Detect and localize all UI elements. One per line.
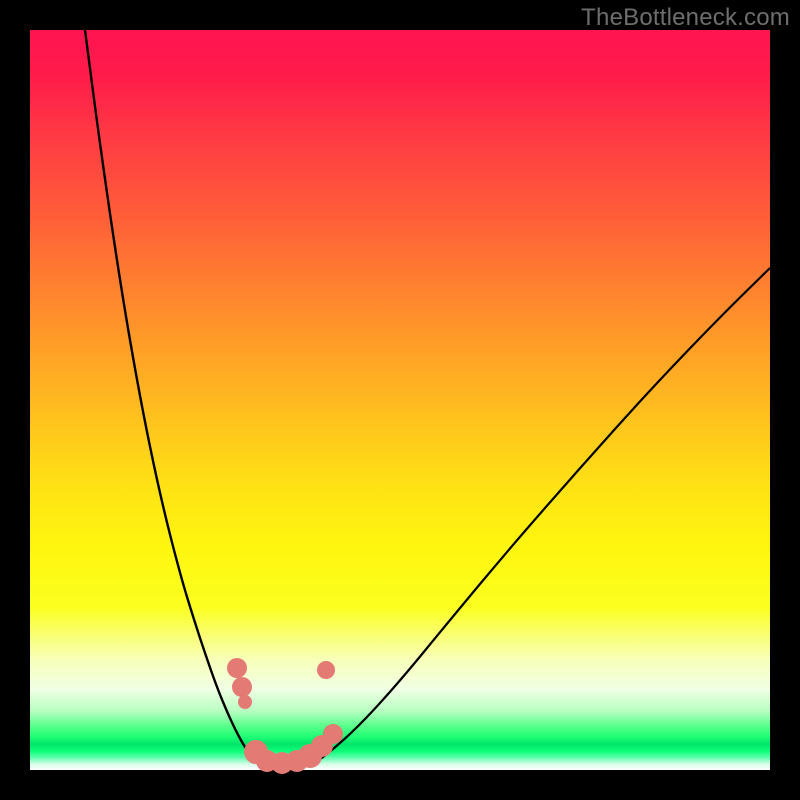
data-marker — [227, 658, 247, 678]
curve-group — [85, 30, 770, 769]
data-marker — [238, 695, 252, 709]
curve-svg — [30, 30, 770, 770]
bottleneck-curve-left — [85, 30, 259, 765]
data-marker — [317, 661, 335, 679]
bottleneck-curve-right — [312, 268, 770, 765]
chart-frame: TheBottleneck.com — [0, 0, 800, 800]
data-marker — [323, 724, 343, 744]
plot-area — [30, 30, 770, 770]
watermark-text: TheBottleneck.com — [581, 4, 790, 32]
data-marker — [232, 677, 252, 697]
marker-group — [227, 658, 343, 774]
